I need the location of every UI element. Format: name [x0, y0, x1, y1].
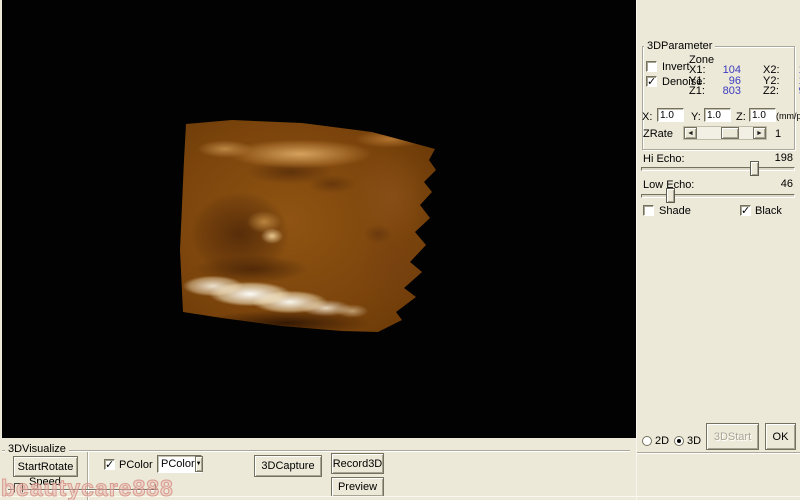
zrate-track[interactable]: [697, 127, 753, 139]
dropdown-arrow-icon[interactable]: ▼: [194, 456, 203, 472]
invert-checkbox[interactable]: [646, 61, 657, 72]
scale-z-label: Z:: [736, 111, 746, 123]
shade-checkbox[interactable]: [643, 205, 654, 216]
zone-z1-value: 803: [722, 85, 741, 97]
pcolor-select[interactable]: PColor ▼: [157, 455, 203, 473]
zone-values-table: X1: 104 X2: 189 Y1: 96 Y2: 180 Z1: 803 Z…: [689, 64, 800, 97]
low-echo-slider-track[interactable]: [641, 194, 795, 198]
denoise-checkbox[interactable]: [646, 75, 657, 88]
invert-label: Invert: [662, 61, 690, 73]
mode-2d-label: 2D: [655, 435, 670, 447]
3dvisualize-groupbox-line: [2, 450, 630, 451]
zrate-label: ZRate: [643, 128, 673, 140]
pcolor-select-value: PColor: [161, 458, 195, 470]
zone-z1-label: Z1:: [689, 85, 705, 97]
zrate-thumb[interactable]: [721, 127, 739, 139]
hi-echo-value: 198: [774, 152, 793, 164]
hi-echo-slider-thumb[interactable]: [750, 161, 759, 176]
render-viewport[interactable]: [2, 0, 636, 438]
3dstart-button[interactable]: 3DStart: [706, 423, 759, 450]
zone-x2-value: 189: [787, 65, 800, 76]
mode-3d-radio[interactable]: [674, 436, 684, 446]
ok-button[interactable]: OK: [765, 423, 796, 450]
scale-y-label: Y:: [691, 111, 701, 123]
parameter-panel: 3DParameter Invert Denoise Zone X1: 104 …: [636, 0, 800, 500]
zrate-left-arrow-icon[interactable]: ◄: [684, 127, 697, 139]
low-echo-value: 46: [780, 178, 793, 190]
watermark-text: beautycare888: [1, 475, 174, 500]
low-echo-slider-thumb[interactable]: [666, 188, 675, 203]
scale-x-label: X:: [642, 111, 653, 123]
scale-z-input[interactable]: [749, 108, 776, 122]
mode-2d-radio[interactable]: [642, 436, 652, 446]
zone-x1-label: X1:: [689, 64, 706, 76]
3dvisualize-group-title: 3DVisualize: [5, 444, 69, 455]
black-checkbox[interactable]: [740, 204, 751, 217]
preview-button[interactable]: Preview: [331, 477, 384, 497]
zrate-right-arrow-icon[interactable]: ►: [753, 127, 766, 139]
zrate-value: 1: [775, 128, 782, 140]
black-label: Black: [755, 205, 782, 217]
zrate-scrollbar[interactable]: ◄ ►: [683, 126, 767, 140]
zone-z2-label: Z2:: [763, 85, 779, 97]
hi-echo-slider-track[interactable]: [641, 167, 795, 171]
pcolor-checkbox-label: PColor: [119, 459, 153, 471]
zone-z2-value: 941: [787, 86, 800, 97]
shade-label: Shade: [659, 205, 691, 217]
3dcapture-button[interactable]: 3DCapture: [254, 455, 322, 477]
record3d-button[interactable]: Record3D: [331, 453, 384, 474]
start-rotate-button[interactable]: StartRotate: [13, 456, 78, 477]
right-panel-separator: [637, 452, 800, 453]
ultrasound-3d-render[interactable]: [180, 120, 436, 332]
pcolor-checkbox[interactable]: [104, 458, 115, 471]
hi-echo-label: Hi Echo:: [643, 153, 685, 165]
zone-x2-label: X2:: [763, 64, 780, 76]
zone-x1-value: 104: [722, 64, 741, 76]
scale-x-input[interactable]: [657, 108, 684, 122]
mode-3d-label: 3D: [687, 435, 702, 447]
scale-unit-label: (mm/p): [776, 111, 800, 121]
3dparameter-group-title: 3DParameter: [644, 41, 716, 52]
scale-y-input[interactable]: [704, 108, 731, 122]
